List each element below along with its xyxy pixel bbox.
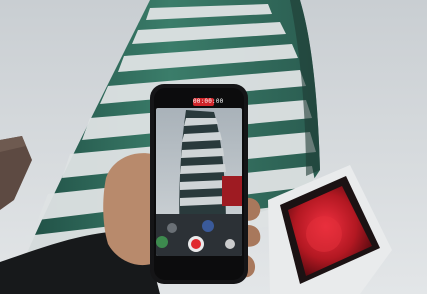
photo-scene: 00:00:00	[0, 0, 427, 294]
phone	[150, 84, 248, 284]
phone-screen-view	[156, 108, 242, 256]
recording-timer: 00:00:00	[193, 98, 224, 106]
gallery-thumb	[156, 236, 168, 248]
photo-illustration	[0, 0, 427, 294]
flip-camera-icon	[225, 239, 235, 249]
